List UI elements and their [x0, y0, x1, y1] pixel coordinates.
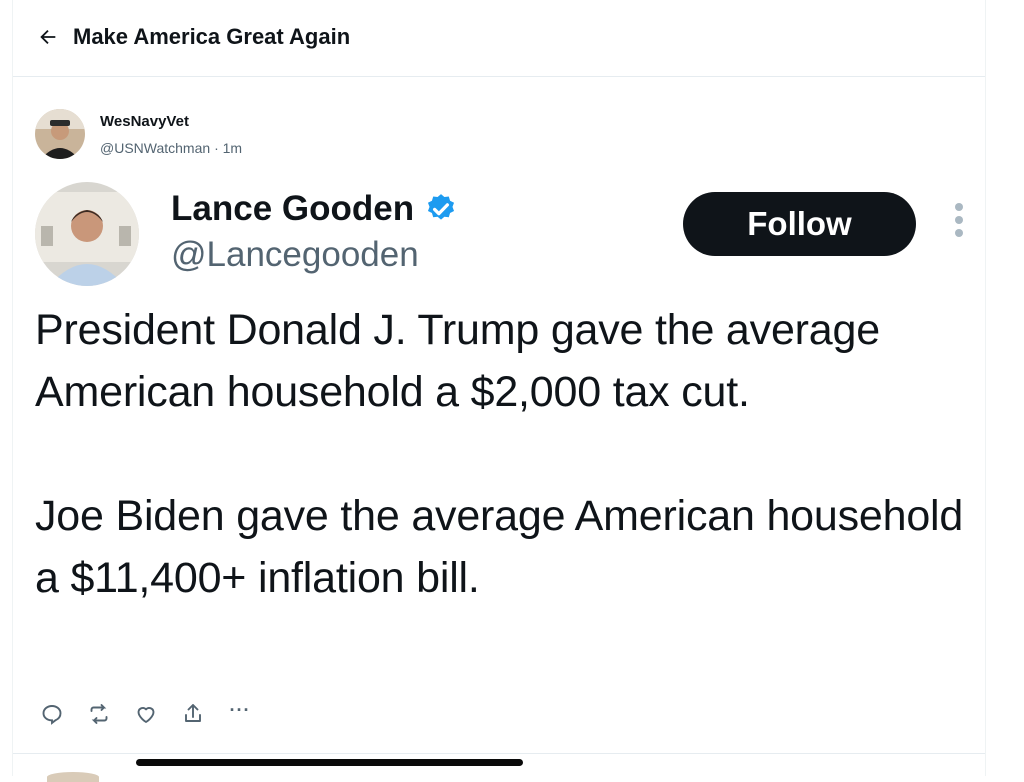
page-header: Make America Great Again	[13, 0, 985, 77]
embedded-handle[interactable]: @Lancegooden	[171, 235, 419, 275]
repost-icon[interactable]	[86, 701, 112, 727]
author-avatar[interactable]	[35, 109, 85, 159]
verified-badge-icon	[428, 194, 455, 220]
arrow-left-icon[interactable]	[37, 26, 59, 48]
reply-icon[interactable]	[39, 701, 65, 727]
embedded-name-row: Lance Gooden	[171, 189, 458, 229]
author-handle[interactable]: @USNWatchman	[100, 140, 210, 156]
page-title: Make America Great Again	[73, 24, 351, 49]
more-actions-icon[interactable]: ···	[227, 697, 253, 723]
post-actions: ···	[39, 699, 253, 729]
more-options-icon[interactable]	[949, 203, 969, 243]
home-indicator	[136, 759, 523, 766]
post[interactable]: WesNavyVet @USNWatchman · 1m Lance Goode…	[13, 77, 985, 754]
post-time[interactable]: 1m	[223, 140, 242, 156]
share-icon[interactable]	[180, 701, 206, 727]
embedded-name[interactable]: Lance Gooden	[171, 189, 414, 229]
meta-separator: ·	[214, 140, 219, 156]
timeline-column: Make America Great Again WesNavyVet @USN…	[12, 0, 986, 782]
embedded-post-image[interactable]: Lance Gooden @Lancegooden Follow Preside…	[13, 177, 985, 737]
heart-icon[interactable]	[133, 701, 159, 727]
next-post-avatar[interactable]	[47, 772, 99, 782]
author-meta: @USNWatchman · 1m	[100, 140, 242, 156]
paragraph-1: President Donald J. Trump gave the avera…	[35, 306, 880, 416]
embedded-avatar[interactable]	[35, 182, 139, 286]
paragraph-2: Joe Biden gave the average American hous…	[35, 492, 964, 602]
author-name[interactable]: WesNavyVet	[100, 113, 189, 130]
embedded-post-text: President Donald J. Trump gave the avera…	[35, 299, 975, 609]
follow-button[interactable]: Follow	[683, 192, 916, 256]
